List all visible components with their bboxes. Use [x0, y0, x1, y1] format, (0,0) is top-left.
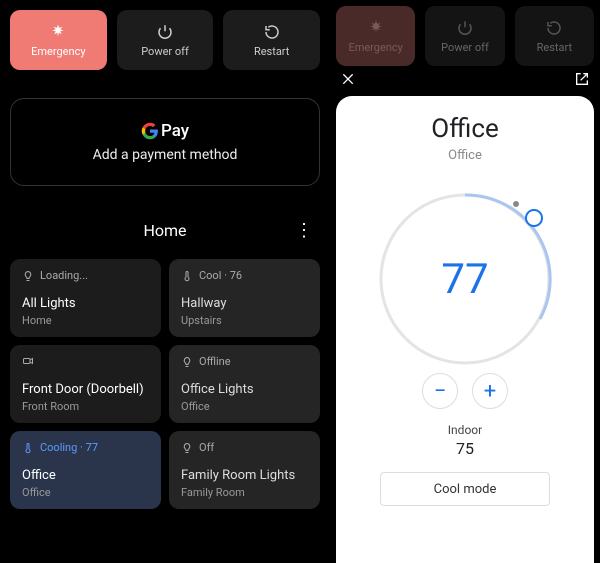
emergency-icon [49, 23, 67, 41]
tile-room: Family Room [181, 486, 308, 499]
google-g-icon [141, 122, 159, 140]
power-off-button[interactable]: Power off [117, 10, 214, 70]
close-icon [340, 71, 356, 87]
mode-label: Cool mode [434, 482, 497, 497]
emergency-button[interactable]: Emergency [10, 10, 107, 70]
emergency-button-dimmed: Emergency [336, 6, 415, 66]
pay-subtitle: Add a payment method [93, 147, 238, 163]
mode-button[interactable]: Cool mode [380, 472, 550, 506]
thermostat-title: Office [431, 114, 498, 144]
device-tiles-grid: Loading... All Lights Home Cool · 76 Hal… [10, 259, 320, 509]
tile-name: Front Door (Doorbell) [22, 382, 149, 398]
tile-status: Off [181, 441, 308, 454]
power-button-row: Emergency Power off Restart [10, 10, 320, 70]
tile-status: Cooling · 77 [22, 441, 149, 454]
bulb-icon [181, 442, 193, 454]
open-external-icon [574, 71, 590, 87]
tile-all-lights[interactable]: Loading... All Lights Home [10, 259, 161, 337]
tile-office-lights[interactable]: Offline Office Lights Office [169, 345, 320, 423]
tile-status: Offline [181, 355, 308, 368]
tile-family-room-lights[interactable]: Off Family Room Lights Family Room [169, 431, 320, 509]
thermometer-icon [22, 442, 34, 454]
tile-office-thermostat[interactable]: Cooling · 77 Office Office [10, 431, 161, 509]
power-off-button-dimmed: Power off [425, 6, 504, 66]
tile-room: Office [22, 486, 149, 499]
indoor-value: 75 [456, 439, 474, 458]
power-button-row-dimmed: Emergency Power off Restart [336, 6, 594, 66]
power-off-label: Power off [141, 45, 189, 58]
tile-front-door[interactable]: Front Door (Doorbell) Front Room [10, 345, 161, 423]
power-icon [156, 23, 174, 41]
tile-name: Hallway [181, 296, 308, 312]
restart-icon [545, 19, 563, 37]
bulb-icon [22, 270, 34, 282]
emergency-label: Emergency [31, 45, 85, 58]
tile-name: Office [22, 468, 149, 484]
home-header: Home ⋮ [10, 220, 320, 241]
setpoint-value: 77 [365, 179, 565, 379]
tile-status: Loading... [22, 269, 149, 282]
tile-name: All Lights [22, 296, 149, 312]
power-menu-screen: Emergency Power off Restart Pay Add a pa… [0, 0, 330, 563]
tile-status: Cool · 76 [181, 269, 308, 282]
tile-room: Upstairs [181, 314, 308, 327]
tile-room: Front Room [22, 400, 149, 413]
tile-room: Office [181, 400, 308, 413]
emergency-icon [367, 19, 385, 37]
home-more-button[interactable]: ⋮ [294, 220, 314, 241]
restart-button-dimmed: Restart [515, 6, 594, 66]
power-icon [456, 19, 474, 37]
thermostat-sheet: Office Office 77 − + Indoor 75 Cool mode [336, 96, 594, 563]
google-pay-card[interactable]: Pay Add a payment method [10, 98, 320, 186]
thermometer-icon [181, 270, 193, 282]
bulb-icon [181, 356, 193, 368]
restart-button[interactable]: Restart [223, 10, 320, 70]
thermostat-subtitle: Office [448, 148, 482, 163]
thermostat-detail-screen: Emergency Power off Restart Office Offic… [330, 0, 600, 563]
close-button[interactable] [340, 71, 356, 91]
tile-name: Family Room Lights [181, 468, 308, 484]
tile-name: Office Lights [181, 382, 308, 398]
tile-status [22, 355, 149, 367]
home-title: Home [16, 221, 294, 240]
sheet-top-bar [336, 70, 594, 92]
restart-icon [263, 23, 281, 41]
pay-brand-text: Pay [161, 121, 189, 141]
indoor-label: Indoor [448, 423, 482, 437]
open-external-button[interactable] [574, 71, 590, 91]
tile-room: Home [22, 314, 149, 327]
restart-label: Restart [254, 45, 289, 58]
thermostat-dial[interactable]: 77 [365, 179, 565, 379]
camera-icon [22, 355, 34, 367]
google-pay-logo: Pay [141, 121, 189, 141]
tile-hallway[interactable]: Cool · 76 Hallway Upstairs [169, 259, 320, 337]
